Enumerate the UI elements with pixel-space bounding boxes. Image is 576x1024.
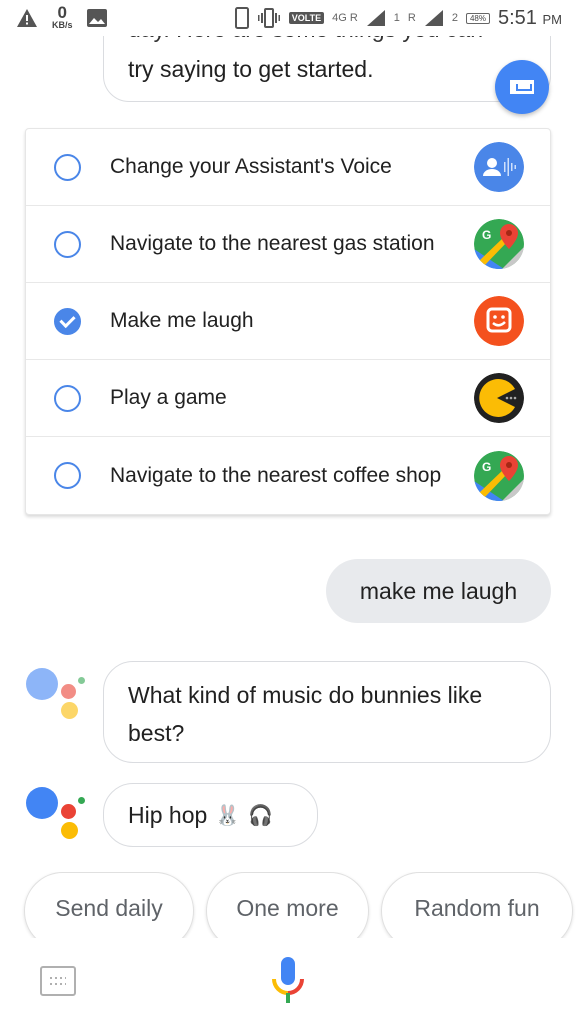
network-type: 4G R	[332, 12, 358, 24]
chip-random-fun[interactable]: Random fun	[381, 872, 573, 938]
assistant-answer-bubble: Hip hop 🐰 🎧	[103, 783, 318, 847]
google-maps-icon: G	[474, 450, 524, 501]
svg-text:G: G	[482, 460, 491, 474]
radio-button[interactable]	[54, 384, 81, 412]
assistant-voice-icon	[474, 142, 524, 192]
clock: 5:51 PM	[498, 6, 562, 29]
suggestion-item[interactable]: Change your Assistant's Voice	[26, 129, 550, 206]
chip-one-more[interactable]: One more	[206, 872, 369, 938]
vibrate-icon	[257, 8, 280, 28]
pacman-game-icon	[474, 373, 524, 423]
chip-send-daily[interactable]: Send daily	[24, 872, 194, 938]
image-icon	[86, 9, 107, 27]
assistant-logo	[26, 787, 88, 843]
suggestion-list: Change your Assistant's Voice Navigate t…	[25, 128, 551, 515]
radio-button[interactable]	[54, 153, 81, 181]
microphone-icon[interactable]	[270, 955, 306, 1005]
keyboard-collapse-icon	[510, 80, 534, 94]
suggestion-item[interactable]: Make me laugh	[26, 283, 550, 360]
suggestion-item[interactable]: Navigate to the nearest coffee shop G	[26, 437, 550, 514]
warning-icon	[17, 9, 37, 27]
suggestion-item[interactable]: Play a game	[26, 360, 550, 437]
keyboard-collapse-button[interactable]	[495, 60, 549, 114]
sticker-smiley-icon	[474, 296, 524, 346]
keyboard-icon[interactable]	[40, 966, 76, 996]
assistant-message-bubble: What kind of music do bunnies like best?	[103, 661, 551, 763]
user-message-bubble: make me laugh	[326, 559, 551, 623]
google-maps-icon: G	[474, 219, 524, 269]
suggestion-chips: Send daily One more Random fun	[0, 872, 576, 938]
assistant-logo-faded	[26, 666, 88, 722]
bunny-emoji: 🐰	[215, 804, 241, 827]
headphones-emoji: 🎧	[248, 804, 274, 827]
signal-icon	[366, 10, 385, 26]
radio-button[interactable]	[54, 462, 81, 489]
radio-button[interactable]	[54, 230, 81, 258]
svg-text:G: G	[482, 228, 491, 242]
volte-badge: VOLTE	[288, 12, 325, 24]
battery-icon: 48%	[465, 12, 490, 24]
network-speed: 0 KB/s	[52, 3, 73, 30]
phone-outline-icon	[234, 7, 249, 29]
status-bar: 0 KB/s VOLTE 4G R 1 R 2 48% 5:51 PM	[0, 0, 576, 36]
signal-icon-2	[424, 10, 443, 26]
suggestion-item[interactable]: Navigate to the nearest gas station G	[26, 206, 550, 283]
checkbox-checked[interactable]	[54, 307, 81, 335]
